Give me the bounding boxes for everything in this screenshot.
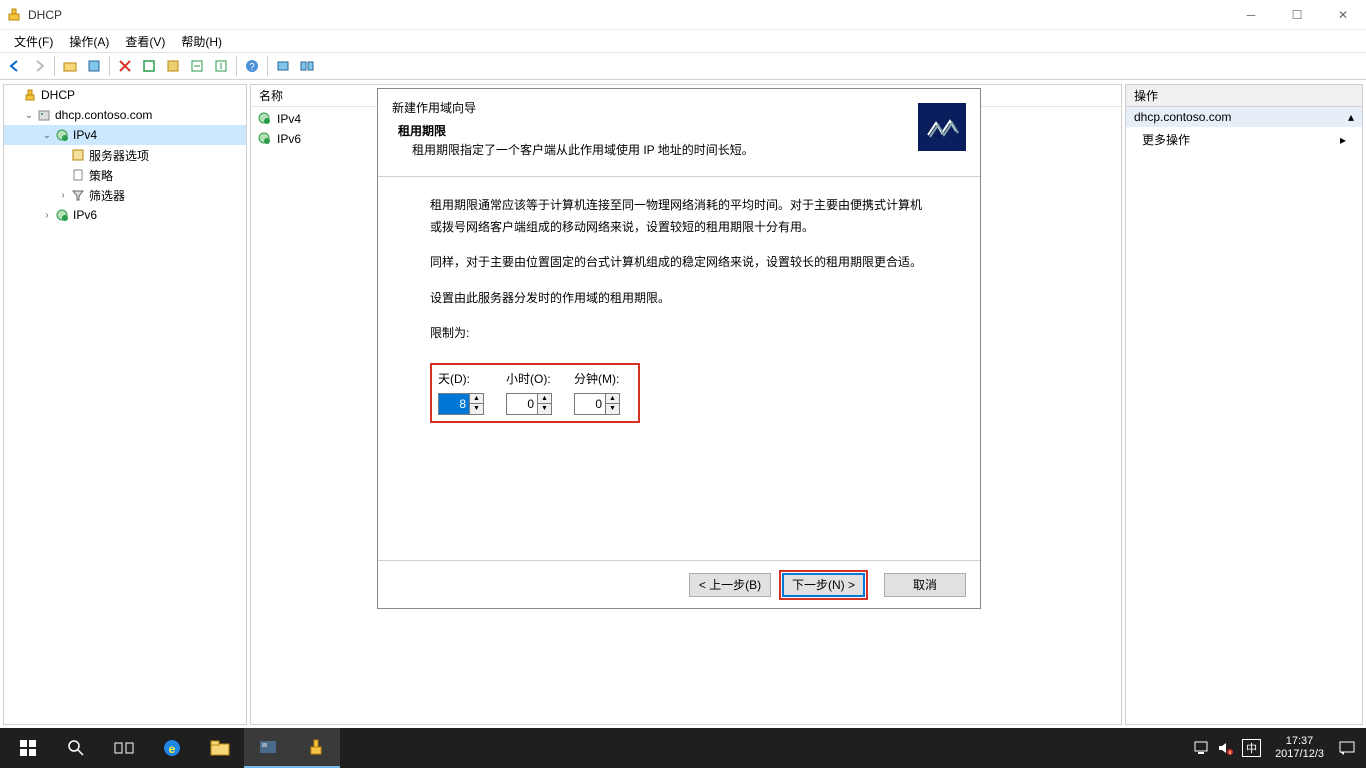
minutes-label: 分钟(M):	[574, 369, 620, 391]
spin-up-icon[interactable]: ▲	[538, 394, 551, 405]
server-icon	[36, 107, 52, 123]
dhcp-icon	[22, 87, 38, 103]
taskbar-server-manager[interactable]	[244, 728, 292, 768]
menu-file[interactable]: 文件(F)	[6, 31, 61, 52]
tray-network-icon[interactable]	[1194, 741, 1210, 755]
back-button[interactable]	[4, 55, 26, 77]
ipv4-icon	[257, 111, 273, 127]
tray-ime[interactable]: 中	[1242, 739, 1261, 757]
menu-view[interactable]: 查看(V)	[117, 31, 173, 52]
highlight-next: 下一步(N) >	[779, 570, 868, 600]
menu-action[interactable]: 操作(A)	[61, 31, 117, 52]
cancel-button[interactable]: 取消	[884, 573, 966, 597]
back-button[interactable]: < 上一步(B)	[689, 573, 771, 597]
options-icon	[70, 147, 86, 163]
wizard-dialog: 新建作用域向导 租用期限 租用期限指定了一个客户端从此作用域使用 IP 地址的时…	[377, 88, 981, 609]
wizard-limit-label: 限制为:	[430, 323, 928, 345]
hours-label: 小时(O):	[506, 369, 552, 391]
taskbar-explorer[interactable]	[196, 728, 244, 768]
hours-input[interactable]	[507, 394, 537, 414]
app-icon	[6, 7, 22, 23]
spin-down-icon[interactable]: ▼	[470, 404, 483, 414]
task-view-button[interactable]	[100, 728, 148, 768]
wizard-para2: 同样，对于主要由位置固定的台式计算机组成的稳定网络来说，设置较长的租用期限更合适…	[430, 252, 928, 274]
menu-help[interactable]: 帮助(H)	[173, 31, 230, 52]
close-button[interactable]: ✕	[1320, 0, 1366, 30]
actions-server-heading[interactable]: dhcp.contoso.com ▴	[1126, 107, 1362, 127]
tree-policy[interactable]: 策略	[4, 165, 246, 185]
view1-button[interactable]	[272, 55, 294, 77]
ipv6-icon	[257, 131, 273, 147]
properties-button[interactable]	[83, 55, 105, 77]
minimize-button[interactable]: ─	[1228, 0, 1274, 30]
svg-text:e: e	[169, 742, 176, 756]
taskbar-dhcp[interactable]	[292, 728, 340, 768]
spin-down-icon[interactable]: ▼	[606, 404, 619, 414]
view2-button[interactable]	[296, 55, 318, 77]
wizard-section-desc: 租用期限指定了一个客户端从此作用域使用 IP 地址的时间长短。	[412, 141, 918, 158]
policy-icon	[70, 167, 86, 183]
tree-server-options[interactable]: 服务器选项	[4, 145, 246, 165]
actions-panel: 操作 dhcp.contoso.com ▴ 更多操作 ▸	[1125, 84, 1363, 725]
wizard-para1: 租用期限通常应该等于计算机连接至同一物理网络消耗的平均时间。对于主要由便携式计算…	[430, 195, 928, 238]
forward-button[interactable]	[28, 55, 50, 77]
minutes-spinner[interactable]: ▲▼	[574, 393, 620, 415]
days-spinner[interactable]: ▲▼	[438, 393, 484, 415]
maximize-button[interactable]: ☐	[1274, 0, 1320, 30]
days-input[interactable]	[439, 394, 469, 414]
tree-ipv4[interactable]: ⌄ IPv4	[4, 125, 246, 145]
tray-volume-icon[interactable]: x	[1218, 741, 1234, 755]
wizard-logo-icon	[918, 103, 966, 151]
spin-up-icon[interactable]: ▲	[470, 394, 483, 405]
window-title: DHCP	[28, 8, 62, 22]
twisty-icon[interactable]: ›	[40, 210, 54, 221]
chevron-right-icon: ▸	[1340, 133, 1346, 147]
toolbar: ?	[0, 52, 1366, 80]
search-button[interactable]	[52, 728, 100, 768]
spin-down-icon[interactable]: ▼	[538, 404, 551, 414]
tree-filter[interactable]: › 筛选器	[4, 185, 246, 205]
content-panel: 名称 IPv4 IPv6 新建作用域向导 租用期限 租用期限指定了一个客户端从此…	[250, 84, 1122, 725]
tree-server[interactable]: ⌄ dhcp.contoso.com	[4, 105, 246, 125]
title-bar: DHCP ─ ☐ ✕	[0, 0, 1366, 30]
tree-panel: DHCP ⌄ dhcp.contoso.com ⌄ IPv4 服务器选项 策略 …	[3, 84, 247, 725]
tree-ipv6[interactable]: › IPv6	[4, 205, 246, 225]
wizard-para3: 设置由此服务器分发时的作用域的租用期限。	[430, 288, 928, 310]
minutes-input[interactable]	[575, 394, 605, 414]
wizard-window-title: 新建作用域向导	[392, 99, 918, 116]
twisty-icon[interactable]: ⌄	[22, 110, 36, 121]
up-folder-button[interactable]	[59, 55, 81, 77]
actions-header: 操作	[1126, 85, 1362, 107]
menu-bar: 文件(F) 操作(A) 查看(V) 帮助(H)	[0, 30, 1366, 52]
lease-duration-group: 天(D): ▲▼ 小时(O): ▲▼ 分钟(	[430, 363, 640, 423]
collapse-icon[interactable]: ▴	[1348, 110, 1354, 124]
tray-clock[interactable]: 17:37 2017/12/3	[1269, 735, 1330, 761]
spin-up-icon[interactable]: ▲	[606, 394, 619, 405]
action1-button[interactable]	[186, 55, 208, 77]
svg-text:?: ?	[249, 62, 255, 73]
action2-button[interactable]	[210, 55, 232, 77]
days-label: 天(D):	[438, 369, 484, 391]
next-button[interactable]: 下一步(N) >	[782, 573, 865, 597]
refresh-button[interactable]	[138, 55, 160, 77]
tree-root-dhcp[interactable]: DHCP	[4, 85, 246, 105]
taskbar: e x 中 17:37 2017/12/3	[0, 728, 1366, 768]
taskbar-ie[interactable]: e	[148, 728, 196, 768]
twisty-icon[interactable]: ›	[56, 190, 70, 201]
twisty-icon[interactable]: ⌄	[40, 130, 54, 141]
actions-more[interactable]: 更多操作 ▸	[1126, 127, 1362, 152]
export-button[interactable]	[162, 55, 184, 77]
ipv4-icon	[54, 127, 70, 143]
help-button[interactable]: ?	[241, 55, 263, 77]
wizard-section-title: 租用期限	[398, 122, 918, 139]
ipv6-icon	[54, 207, 70, 223]
filter-icon	[70, 187, 86, 203]
hours-spinner[interactable]: ▲▼	[506, 393, 552, 415]
tray-notifications-icon[interactable]	[1338, 739, 1356, 757]
start-button[interactable]	[4, 728, 52, 768]
delete-button[interactable]	[114, 55, 136, 77]
